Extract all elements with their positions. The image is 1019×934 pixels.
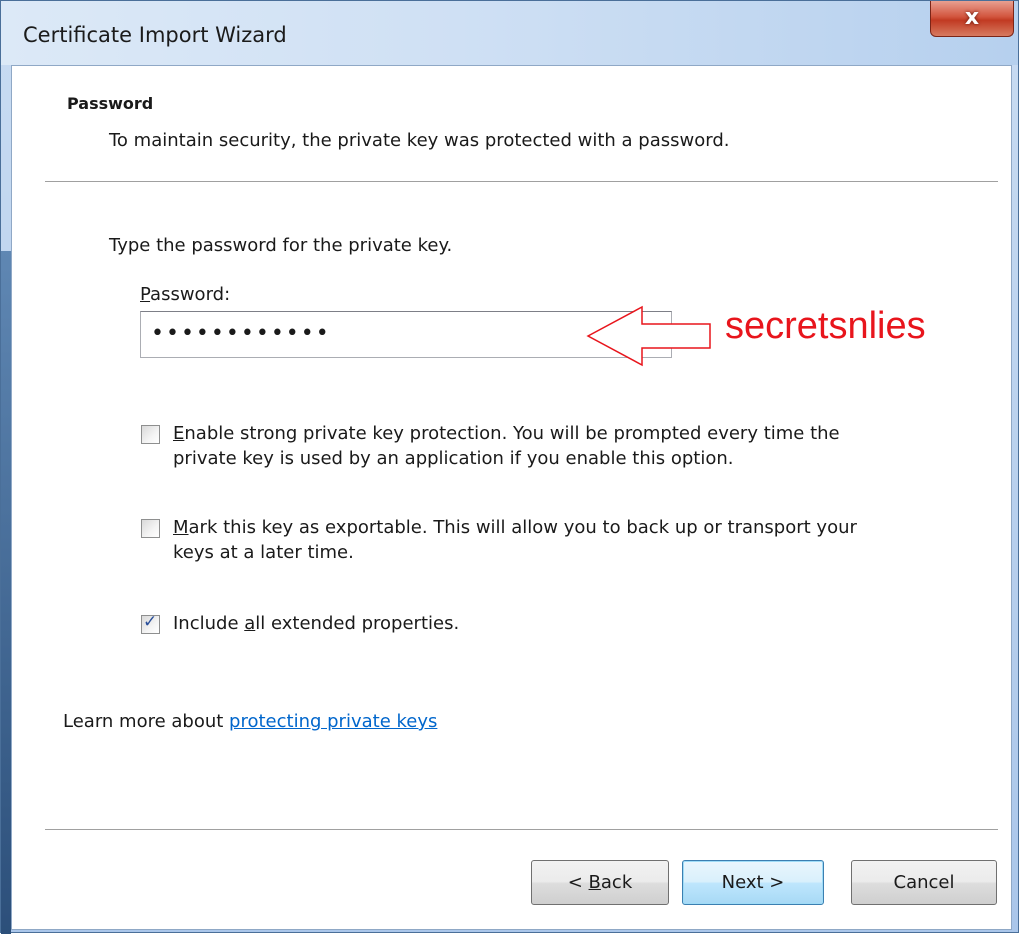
strong-protection-checkbox[interactable] — [141, 425, 160, 444]
annotation-label: secretsnlies — [725, 305, 926, 347]
header-divider — [45, 181, 998, 185]
page-title: Password — [67, 94, 154, 113]
extended-properties-rest: ll extended properties. — [255, 613, 460, 634]
wizard-client-area — [11, 65, 1012, 930]
back-button[interactable]: < Back — [531, 860, 669, 905]
exportable-label[interactable]: Mark this key as exportable. This will a… — [173, 515, 857, 565]
strong-protection-label[interactable]: Enable strong private key protection. Yo… — [173, 421, 840, 471]
dialog-window: Certificate Import Wizard x Password To … — [0, 0, 1019, 934]
exportable-mnemonic: M — [173, 517, 189, 538]
annotation-arrow-icon — [586, 305, 711, 367]
strong-protection-mnemonic: E — [173, 423, 185, 444]
back-mnemonic: B — [588, 872, 601, 893]
footer-divider — [45, 829, 998, 833]
strong-protection-line2: private key is used by an application if… — [173, 448, 734, 469]
password-prompt: Type the password for the private key. — [109, 235, 453, 256]
password-label-mnemonic: P — [140, 284, 151, 305]
learn-more-text: Learn more about protecting private keys — [63, 711, 437, 732]
password-label: Password: — [140, 284, 230, 305]
exportable-line1-rest: ark this key as exportable. This will al… — [188, 517, 857, 538]
protecting-keys-link[interactable]: protecting private keys — [229, 711, 437, 732]
strong-protection-line1: Enable strong private key protection. Yo… — [173, 421, 840, 446]
window-frame-strip — [1, 251, 11, 934]
extended-properties-mnemonic: a — [244, 613, 256, 634]
extended-properties-prefix: Include — [173, 613, 245, 634]
back-prefix: < — [567, 872, 589, 893]
extended-properties-checkbox[interactable]: ✓ — [141, 612, 160, 634]
back-rest: ack — [600, 872, 633, 893]
exportable-line2: keys at a later time. — [173, 542, 354, 563]
next-button[interactable]: Next > — [682, 860, 824, 905]
title-bar[interactable]: Certificate Import Wizard — [1, 1, 1018, 65]
extended-properties-label[interactable]: Include all extended properties. — [173, 611, 459, 636]
exportable-checkbox[interactable] — [141, 519, 160, 538]
cancel-button[interactable]: Cancel — [851, 860, 997, 905]
learn-more-prefix: Learn more about — [63, 711, 230, 732]
password-label-rest: assword: — [150, 284, 231, 305]
window-title: Certificate Import Wizard — [23, 23, 287, 47]
strong-protection-line1-rest: nable strong private key protection. You… — [184, 423, 840, 444]
close-button[interactable]: x — [930, 1, 1014, 37]
checkmark-icon: ✓ — [143, 612, 158, 632]
page-subtitle: To maintain security, the private key wa… — [109, 130, 730, 151]
exportable-line1: Mark this key as exportable. This will a… — [173, 515, 857, 540]
